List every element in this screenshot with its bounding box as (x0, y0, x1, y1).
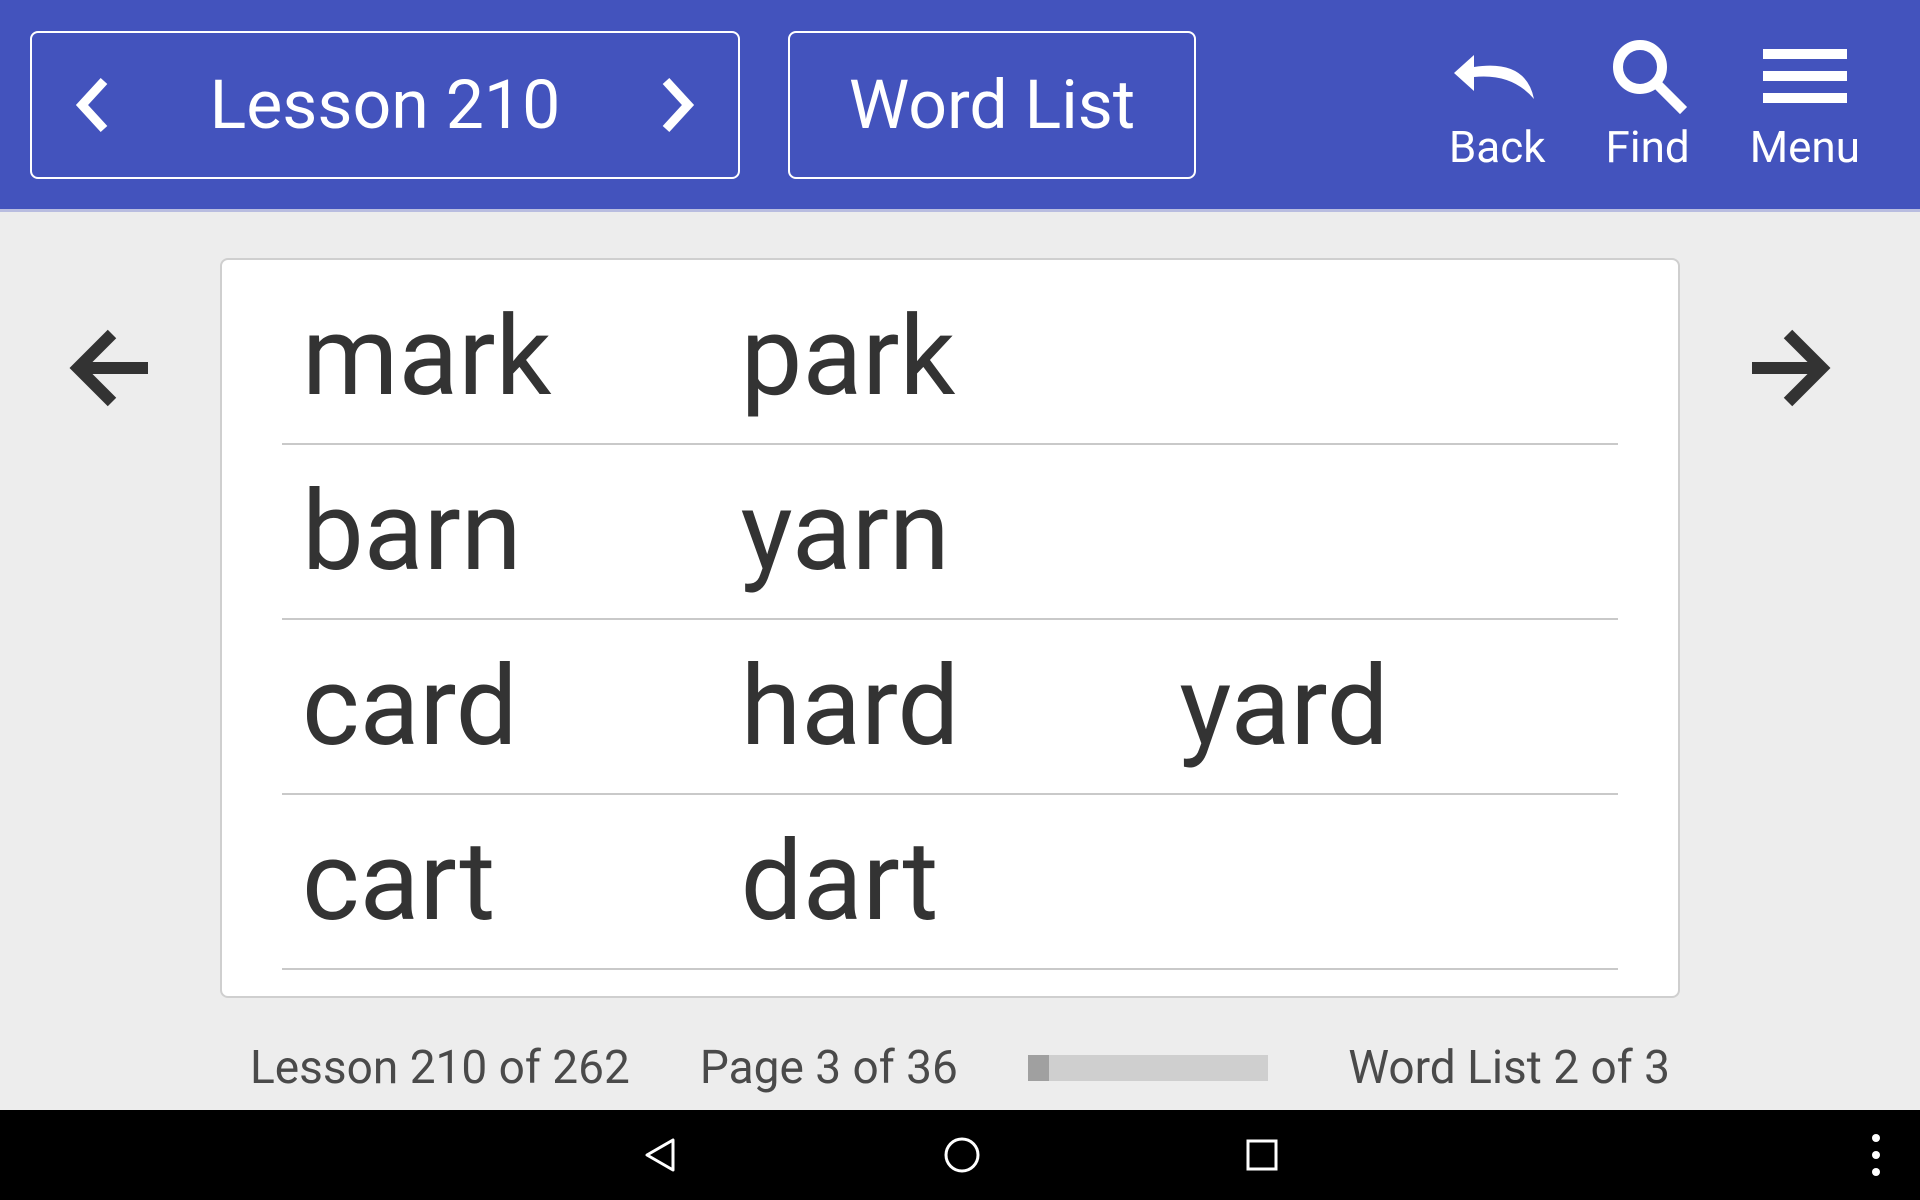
status-bar: Lesson 210 of 262 Page 3 of 36 Word List… (0, 1041, 1920, 1095)
progress-bar[interactable] (1028, 1055, 1268, 1081)
triangle-back-icon (639, 1134, 681, 1176)
menu-label: Menu (1750, 121, 1860, 173)
word-row: mark park (282, 270, 1618, 445)
next-lesson-button[interactable] (618, 33, 738, 177)
android-recents-button[interactable] (1243, 1136, 1281, 1174)
arrow-right-icon (1740, 318, 1840, 418)
android-overflow-button[interactable] (1872, 1110, 1880, 1200)
prev-page-button[interactable] (0, 258, 220, 418)
android-back-button[interactable] (639, 1134, 681, 1176)
wordlist-button[interactable]: Word List (788, 31, 1196, 179)
back-label: Back (1449, 121, 1546, 173)
word-cell[interactable]: cart (302, 817, 741, 946)
page-status: Page 3 of 36 (700, 1041, 958, 1095)
word-row: card hard yard (282, 620, 1618, 795)
word-cell[interactable]: yarn (741, 467, 1180, 596)
square-recents-icon (1243, 1136, 1281, 1174)
find-button[interactable]: Find (1606, 37, 1690, 173)
chevron-right-icon (660, 75, 696, 135)
lesson-title[interactable]: Lesson 210 (152, 65, 618, 145)
word-cell[interactable]: dart (741, 817, 1180, 946)
undo-icon (1452, 37, 1542, 113)
next-page-button[interactable] (1680, 258, 1900, 418)
progress-fill (1028, 1055, 1050, 1081)
word-cell[interactable]: yard (1179, 642, 1618, 771)
word-cell[interactable]: park (741, 292, 1180, 421)
wordlist-label: Word List (849, 65, 1135, 145)
dot-icon (1872, 1134, 1880, 1142)
content-area: mark park barn yarn card hard yard cart … (0, 212, 1920, 1070)
word-row: barn yarn (282, 445, 1618, 620)
circle-home-icon (941, 1134, 983, 1176)
prev-lesson-button[interactable] (32, 33, 152, 177)
word-cell[interactable]: barn (302, 467, 741, 596)
back-button[interactable]: Back (1449, 37, 1546, 173)
word-cell[interactable]: hard (741, 642, 1180, 771)
search-icon (1608, 37, 1688, 113)
wordlist-status: Word List 2 of 3 (1348, 1041, 1670, 1095)
arrow-left-icon (60, 318, 160, 418)
word-cell[interactable]: mark (302, 292, 741, 421)
word-row: cart dart (282, 795, 1618, 970)
menu-button[interactable]: Menu (1750, 37, 1860, 173)
top-toolbar: Lesson 210 Word List Back Find (0, 0, 1920, 212)
lesson-navigator: Lesson 210 (30, 31, 740, 179)
hamburger-icon (1763, 37, 1847, 113)
chevron-left-icon (74, 75, 110, 135)
lesson-status: Lesson 210 of 262 (250, 1041, 630, 1095)
dot-icon (1872, 1151, 1880, 1159)
dot-icon (1872, 1168, 1880, 1176)
android-home-button[interactable] (941, 1134, 983, 1176)
android-navbar (0, 1110, 1920, 1200)
find-label: Find (1606, 121, 1690, 173)
word-card: mark park barn yarn card hard yard cart … (220, 258, 1680, 998)
word-cell[interactable]: card (302, 642, 741, 771)
